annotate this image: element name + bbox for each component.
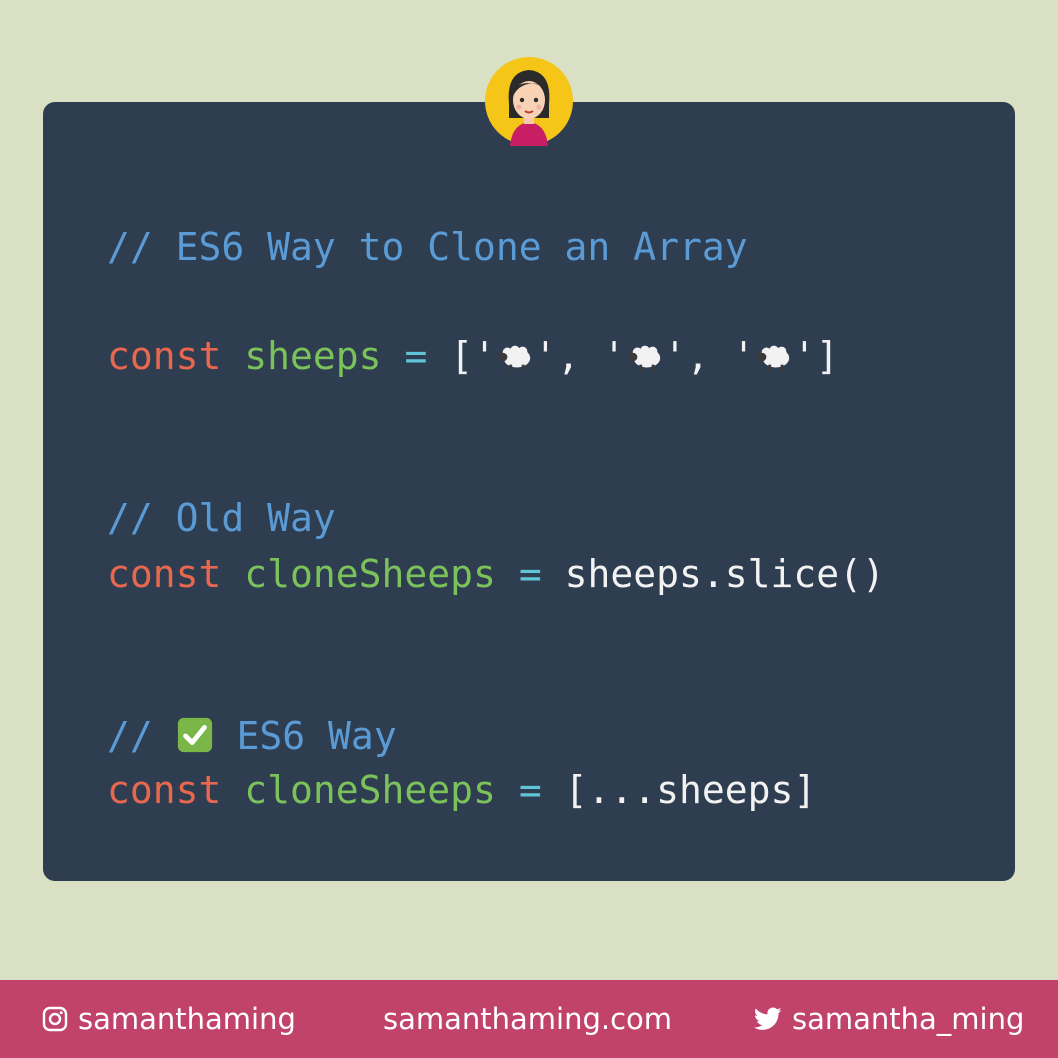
- keyword-const: const: [107, 768, 222, 812]
- array-close: ']: [793, 334, 839, 378]
- sheep-icon: [756, 345, 790, 372]
- spread-expression: [...sheeps]: [564, 768, 817, 812]
- array-separator: ', ': [663, 334, 756, 378]
- keyword-const: const: [107, 552, 222, 596]
- sheep-icon: [627, 345, 660, 372]
- code-line-slice: const cloneSheeps = sheeps.slice(): [107, 549, 885, 599]
- keyword-const: const: [107, 334, 222, 378]
- instagram-handle[interactable]: samanthaming: [42, 980, 296, 1058]
- operator-equals: =: [518, 552, 542, 596]
- code-line-sheeps: const sheeps = [' ', ' ', ' ']: [107, 331, 839, 381]
- comment-old-way: // Old Way: [107, 496, 336, 540]
- variable-sheeps: sheeps: [244, 334, 382, 378]
- variable-clone-sheeps: cloneSheeps: [244, 768, 496, 812]
- operator-equals: =: [404, 334, 428, 378]
- twitter-handle[interactable]: samantha_ming: [754, 980, 1024, 1058]
- check-mark-icon: [177, 717, 212, 753]
- footer-bar: samanthaming samanthaming.com samantha_m…: [0, 980, 1058, 1058]
- instagram-icon: [42, 1006, 68, 1032]
- code-line-spread: const cloneSheeps = [...sheeps]: [107, 765, 816, 815]
- comment-clone-array: // ES6 Way to Clone an Array: [107, 225, 748, 269]
- girl-avatar-icon: [485, 57, 573, 146]
- comment-slashes: //: [107, 714, 153, 758]
- operator-equals: =: [518, 768, 542, 812]
- comment-es6-way-text: ES6 Way: [236, 714, 397, 758]
- array-separator: ', ': [534, 334, 626, 378]
- instagram-username: samanthaming: [78, 1002, 296, 1036]
- comment-es6-way: // ES6 Way: [107, 711, 397, 761]
- array-open: [': [450, 334, 496, 378]
- twitter-username: samantha_ming: [792, 1002, 1025, 1036]
- sheep-icon: [497, 345, 531, 372]
- twitter-icon: [754, 1007, 782, 1030]
- website-url: samanthaming.com: [383, 1002, 673, 1036]
- website-link[interactable]: samanthaming.com: [383, 980, 672, 1058]
- variable-clone-sheeps: cloneSheeps: [244, 552, 496, 596]
- slice-expression: sheeps.slice(): [564, 552, 885, 596]
